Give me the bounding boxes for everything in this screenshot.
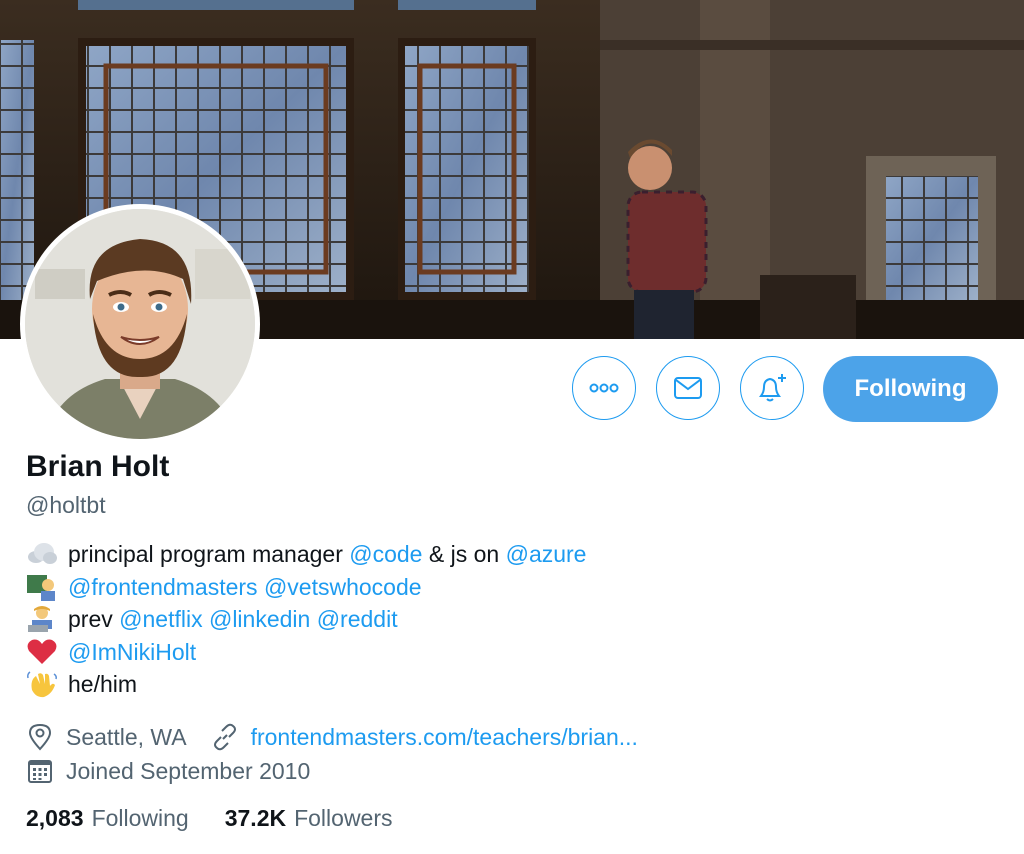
bio-text: principal program manager [68,541,350,567]
followers-count: 37.2K [224,805,287,831]
mention-link[interactable]: @netflix [119,603,202,636]
technologist-emoji [26,605,58,633]
bio-line: prev @netflix @linkedin @reddit [26,603,586,636]
bio-text: prev [68,606,120,632]
more-icon [589,383,619,393]
meta-row: Seattle, WA frontendmasters.com/teachers… [26,720,638,754]
location-text: Seattle, WA [66,723,187,750]
cloud-emoji [26,540,58,568]
profile-handle: @holtbt [26,492,106,518]
profile-avatar[interactable] [20,204,260,444]
profile-bio: principal program manager @code & js on … [26,538,586,701]
mention-link[interactable]: @ImNikiHolt [68,636,196,669]
meta-row: Joined September 2010 [26,754,638,788]
teacher-emoji [26,573,58,601]
mail-icon [674,377,702,399]
mention-link[interactable]: @azure [506,538,587,571]
mention-link[interactable]: @frontendmasters [68,571,258,604]
profile-meta: Seattle, WA frontendmasters.com/teachers… [26,720,638,788]
link-icon [211,723,239,751]
more-options-button[interactable] [572,356,636,420]
following-button[interactable]: Following [823,356,998,422]
waving-hand-emoji [26,670,58,698]
bio-line: @ImNikiHolt [26,636,586,669]
bio-text: & js on [422,541,506,567]
mention-link[interactable]: @code [349,538,422,571]
avatar-illustration [25,209,255,439]
following-count: 2,083 [26,805,84,831]
bio-line: @frontendmasters @vetswhocode [26,571,586,604]
profile-name: Brian Holt [26,450,170,483]
bell-plus-icon [759,374,786,402]
bio-line: he/him [26,668,586,701]
mention-link[interactable]: @linkedin [209,603,310,636]
bio-text: he/him [68,671,138,697]
location-icon [26,723,54,751]
message-button[interactable] [656,356,720,420]
followers-label: Followers [294,805,393,831]
mention-link[interactable]: @reddit [317,603,398,636]
profile-stats: 2,083 Following 37.2K Followers [26,805,429,832]
following-stat[interactable]: 2,083 Following [26,805,189,832]
joined-date: Joined September 2010 [66,757,311,784]
calendar-icon [26,757,54,785]
following-label: Following [91,805,189,831]
followers-stat[interactable]: 37.2K Followers [225,805,393,832]
red-heart-emoji [26,638,58,666]
bio-line: principal program manager @code & js on … [26,538,586,571]
website-link[interactable]: frontendmasters.com/teachers/brian... [251,724,638,751]
mention-link[interactable]: @vetswhocode [264,571,422,604]
notifications-button[interactable] [740,356,804,420]
